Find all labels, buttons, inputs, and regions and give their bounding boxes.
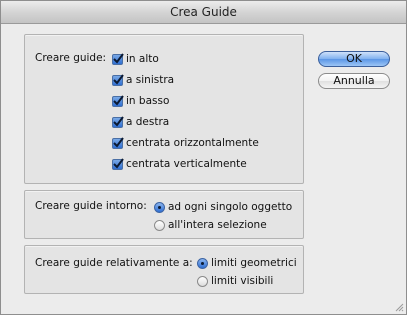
checkbox-in-alto[interactable]: in alto — [112, 52, 159, 66]
checkbox-checked-icon[interactable] — [112, 94, 124, 107]
checkbox-label: in basso — [126, 95, 170, 107]
resize-grip-icon[interactable] — [394, 302, 404, 312]
radio-label: all'intera selezione — [168, 219, 267, 231]
radio-selected-icon[interactable] — [197, 257, 208, 269]
radio-unselected-icon[interactable] — [197, 275, 208, 287]
relative-group-label: Creare guide relativamente a: — [35, 257, 193, 269]
guides-group: Creare guide: in alto a sinistra in bass… — [24, 34, 304, 184]
around-group: Creare guide intorno: ad ogni singolo og… — [24, 190, 304, 239]
checkbox-checked-icon[interactable] — [112, 115, 124, 128]
radio-all-intera-selezione[interactable]: all'intera selezione — [154, 218, 267, 232]
around-group-label: Creare guide intorno: — [35, 200, 147, 212]
checkbox-checked-icon[interactable] — [112, 136, 124, 149]
checkbox-label: centrata orizzontalmente — [126, 137, 259, 149]
cancel-button[interactable]: Annulla — [318, 73, 390, 89]
checkbox-checked-icon[interactable] — [112, 157, 124, 170]
checkbox-label: in alto — [126, 53, 159, 65]
guides-group-label: Creare guide: — [35, 52, 107, 64]
radio-limiti-geometrici[interactable]: limiti geometrici — [197, 256, 297, 270]
radio-label: limiti geometrici — [211, 257, 297, 269]
ok-button[interactable]: OK — [318, 51, 390, 67]
radio-label: limiti visibili — [211, 275, 274, 287]
checkbox-a-sinistra[interactable]: a sinistra — [112, 73, 174, 87]
radio-label: ad ogni singolo oggetto — [168, 201, 293, 213]
radio-limiti-visibili[interactable]: limiti visibili — [197, 274, 273, 288]
checkbox-label: centrata verticalmente — [126, 158, 247, 170]
checkbox-a-destra[interactable]: a destra — [112, 115, 169, 129]
radio-unselected-icon[interactable] — [154, 219, 165, 231]
checkbox-label: a sinistra — [126, 74, 175, 86]
checkbox-label: a destra — [126, 116, 170, 128]
radio-ad-ogni-singolo-oggetto[interactable]: ad ogni singolo oggetto — [154, 200, 292, 214]
checkbox-centrata-orizzontalmente[interactable]: centrata orizzontalmente — [112, 136, 259, 150]
checkbox-in-basso[interactable]: in basso — [112, 94, 169, 108]
relative-group: Creare guide relativamente a: limiti geo… — [24, 245, 304, 294]
crea-guide-dialog: Crea Guide Creare guide: in alto a sinis… — [0, 0, 407, 315]
checkbox-centrata-verticalmente[interactable]: centrata verticalmente — [112, 157, 247, 171]
window-title: Crea Guide — [1, 1, 406, 24]
radio-selected-icon[interactable] — [154, 201, 165, 213]
checkbox-checked-icon[interactable] — [112, 52, 124, 65]
checkbox-checked-icon[interactable] — [112, 73, 124, 86]
